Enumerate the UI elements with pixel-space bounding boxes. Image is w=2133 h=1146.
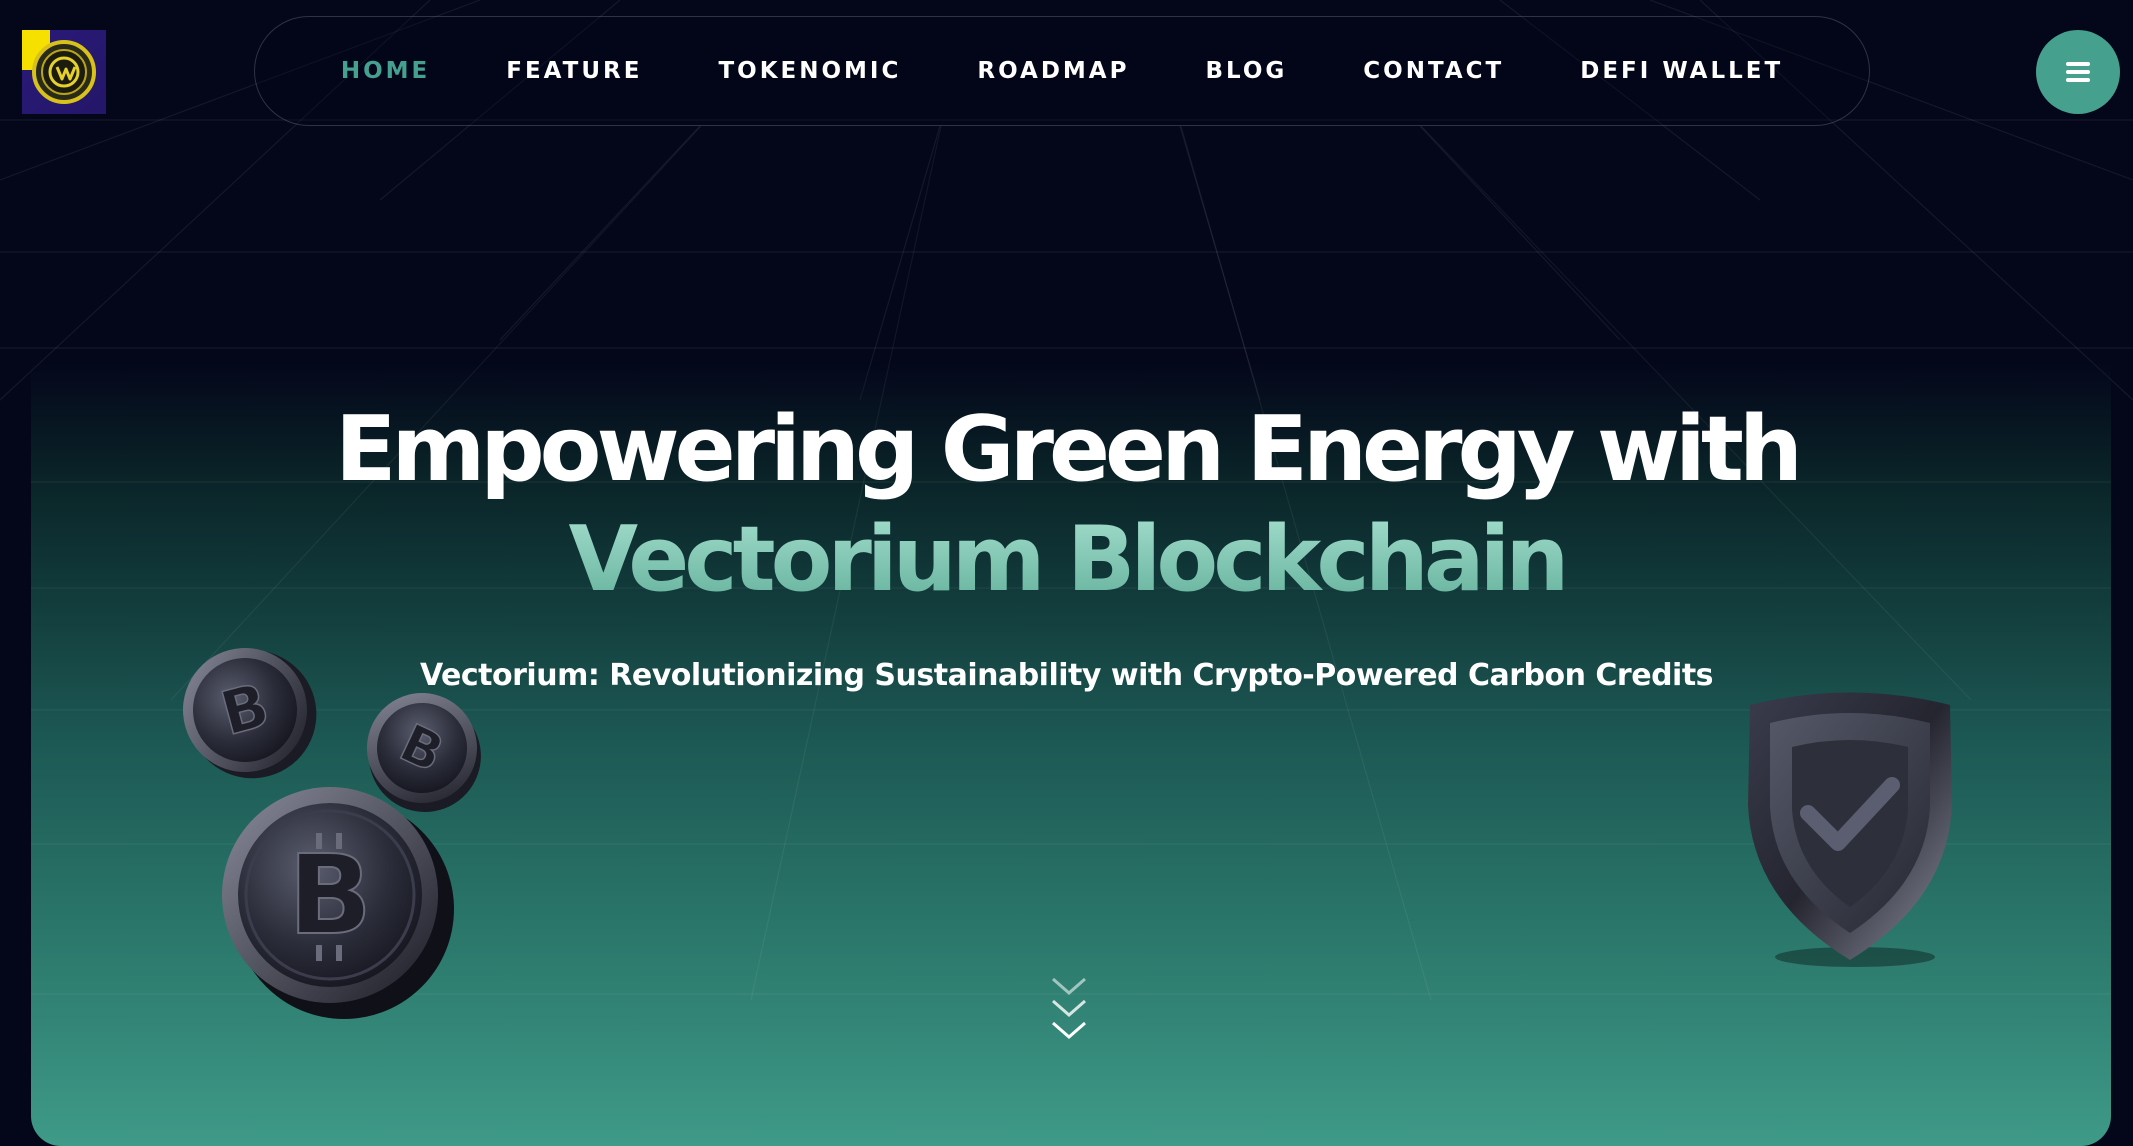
menu-button[interactable]	[2036, 30, 2120, 114]
main-navigation: HOME FEATURE TOKENOMIC ROADMAP BLOG CONT…	[254, 16, 1870, 126]
nav-item-blog[interactable]: BLOG	[1205, 58, 1287, 84]
coin-logo-icon	[32, 40, 96, 104]
nav-item-contact[interactable]: CONTACT	[1363, 58, 1504, 84]
headline-line-2: Vectorium Blockchain	[0, 505, 2133, 615]
nav-item-defi-wallet[interactable]: DEFI WALLET	[1580, 58, 1783, 84]
nav-item-tokenomic[interactable]: TOKENOMIC	[718, 58, 901, 84]
chevrons-down-icon[interactable]	[1049, 975, 1089, 1047]
hero-subtitle: Vectorium: Revolutionizing Sustainabilit…	[419, 658, 1714, 693]
bitcoin-coins-icon: B B B	[183, 648, 481, 1019]
svg-text:B: B	[288, 831, 372, 959]
nav-item-home[interactable]: HOME	[341, 58, 430, 84]
nav-item-roadmap[interactable]: ROADMAP	[977, 58, 1129, 84]
nav-item-feature[interactable]: FEATURE	[506, 58, 642, 84]
shield-check-icon	[1748, 692, 1952, 967]
hero-headline: Empowering Green Energy with Vectorium B…	[0, 395, 2133, 615]
site-logo[interactable]	[22, 30, 106, 114]
page: HOME FEATURE TOKENOMIC ROADMAP BLOG CONT…	[0, 0, 2133, 1146]
hamburger-icon	[2066, 62, 2090, 82]
headline-line-1: Empowering Green Energy with	[335, 397, 1803, 502]
